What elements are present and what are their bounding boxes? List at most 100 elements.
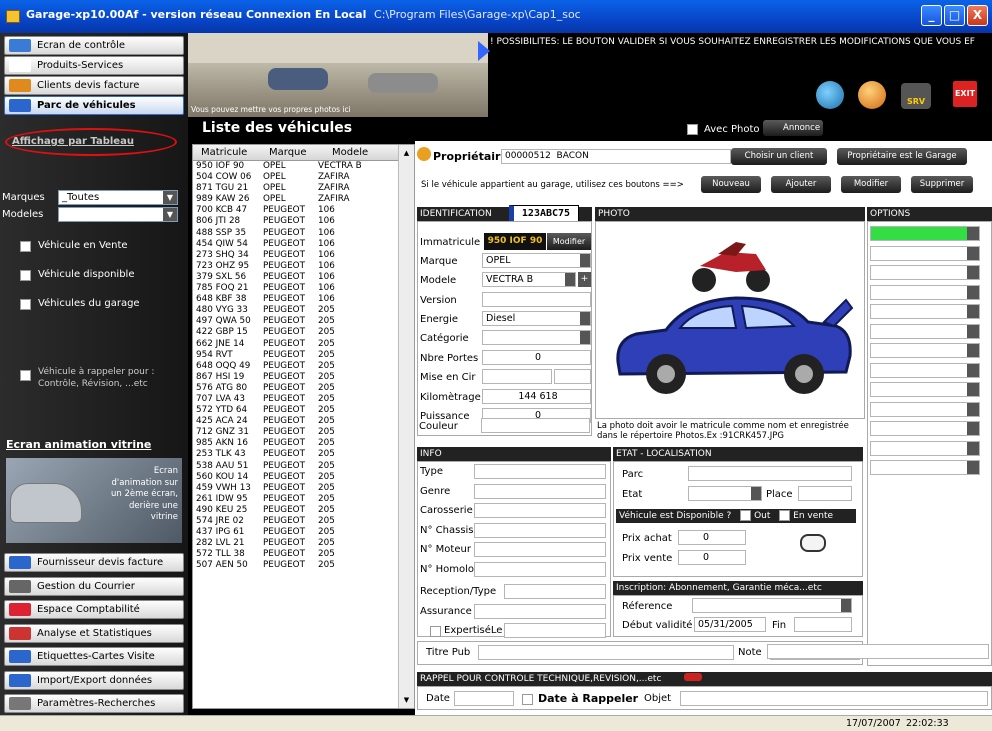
info-field[interactable] <box>474 464 606 479</box>
table-row[interactable]: 560 KOU 14 PEUGEOT 205 <box>193 472 414 483</box>
delete-button[interactable]: Supprimer <box>911 176 973 193</box>
reference-select[interactable] <box>692 598 852 613</box>
new-button[interactable]: Nouveau <box>701 176 761 193</box>
portes-field[interactable]: 0 <box>482 350 591 365</box>
table-row[interactable]: 490 KEU 25 PEUGEOT 205 <box>193 505 414 516</box>
chevron-down-icon[interactable] <box>967 305 979 318</box>
couleur-field[interactable] <box>481 418 590 433</box>
option-select[interactable] <box>870 245 980 261</box>
chevron-down-icon[interactable] <box>967 324 979 338</box>
col-matricule[interactable]: Matricule <box>193 147 263 158</box>
option-select[interactable] <box>870 460 980 475</box>
animation-link[interactable]: Ecran animation vitrine <box>6 438 151 451</box>
table-row[interactable]: 576 ATG 80 PEUGEOT 205 <box>193 383 414 394</box>
place-field[interactable] <box>798 486 852 501</box>
table-row[interactable]: 253 TLK 43 PEUGEOT 205 <box>193 449 414 460</box>
modeles-select[interactable]: ▼ <box>58 207 178 222</box>
modele-select[interactable]: VECTRA B <box>482 272 576 287</box>
chevron-down-icon[interactable] <box>967 441 979 455</box>
info-field[interactable] <box>474 542 606 557</box>
rappel-checkbox[interactable] <box>20 370 31 381</box>
chevron-down-icon[interactable] <box>967 227 979 240</box>
annonce-button[interactable]: Annonce <box>763 120 823 136</box>
nav-bottom-1[interactable]: Gestion du Courrier <box>4 576 184 596</box>
nav-bottom-2[interactable]: Espace Comptabilité <box>4 600 184 619</box>
table-row[interactable]: 785 FOQ 21 PEUGEOT 106 <box>193 283 414 294</box>
modifier-plate-button[interactable]: Modifier <box>547 233 591 250</box>
table-row[interactable]: 700 KCB 47 PEUGEOT 106 <box>193 205 414 216</box>
nav-bottom-0[interactable]: Fournisseur devis facture <box>4 553 184 572</box>
chevron-down-icon[interactable] <box>967 266 979 279</box>
chevron-down-icon[interactable] <box>967 461 979 474</box>
table-row[interactable]: 572 YTD 64 PEUGEOT 205 <box>193 405 414 416</box>
marques-select[interactable]: _Toutes ▼ <box>58 190 178 205</box>
table-row[interactable]: 497 QWA 50 PEUGEOT 205 <box>193 316 414 327</box>
table-row[interactable]: 806 JTI 28 PEUGEOT 106 <box>193 216 414 227</box>
info-field[interactable] <box>474 483 606 499</box>
option-select[interactable] <box>870 421 980 436</box>
version-field[interactable] <box>482 292 591 307</box>
table-row[interactable]: 422 GBP 15 PEUGEOT 205 <box>193 327 414 338</box>
table-row[interactable]: 273 SHQ 34 PEUGEOT 106 <box>193 250 414 261</box>
table-row[interactable]: 648 OQQ 49 PEUGEOT 205 <box>193 361 414 372</box>
marque-select[interactable]: OPEL <box>482 253 591 268</box>
mise-circulation-extra[interactable] <box>554 369 591 384</box>
table-row[interactable]: 459 VWH 13 PEUGEOT 205 <box>193 483 414 494</box>
info-field[interactable] <box>474 561 606 577</box>
option-select[interactable] <box>870 226 980 241</box>
col-marque[interactable]: Marque <box>263 147 318 158</box>
en-vente-checkbox[interactable] <box>779 510 791 521</box>
km-field[interactable]: 144 618 <box>482 389 591 404</box>
option-select[interactable] <box>870 382 980 397</box>
minimize-button[interactable]: _ <box>921 5 942 26</box>
table-row[interactable]: 950 IOF 90 OPEL VECTRA B <box>193 161 414 172</box>
immatricule-value[interactable]: 950 IOF 90 <box>484 233 546 250</box>
nav-bottom-5[interactable]: Import/Export données <box>4 670 184 690</box>
table-row[interactable]: 454 QIW 54 PEUGEOT 106 <box>193 239 414 250</box>
note-field-wide[interactable] <box>767 644 989 659</box>
col-modele[interactable]: Modele <box>318 147 370 158</box>
vente-checkbox[interactable] <box>20 241 31 252</box>
chevron-down-icon[interactable] <box>751 487 761 500</box>
scroll-down-icon[interactable]: ▼ <box>399 692 414 708</box>
chevron-down-icon[interactable] <box>967 344 979 357</box>
mise-circulation-field[interactable] <box>482 369 552 384</box>
chevron-down-icon[interactable] <box>841 599 851 612</box>
table-row[interactable]: 954 RVT PEUGEOT 205 <box>193 350 414 361</box>
keyboard-icon[interactable] <box>800 534 826 552</box>
table-row[interactable]: 379 SXL 56 PEUGEOT 106 <box>193 272 414 283</box>
nav-top-3[interactable]: Parc de véhicules <box>4 96 184 115</box>
option-select[interactable] <box>870 304 980 319</box>
avec-photo-checkbox[interactable] <box>687 124 698 135</box>
date-rappeler-checkbox[interactable] <box>522 694 533 705</box>
objet-field[interactable] <box>680 691 988 706</box>
nav-top-1[interactable]: Produits-Services <box>4 56 184 75</box>
etat-select[interactable] <box>688 486 762 501</box>
nav-top-0[interactable]: Ecran de contrôle <box>4 36 184 55</box>
out-checkbox[interactable] <box>740 510 752 521</box>
globe-icon[interactable] <box>816 81 844 109</box>
animation-preview[interactable]: Ecran d'animation sur un 2ème écran, der… <box>6 458 182 543</box>
prix-achat-field[interactable]: 0 <box>678 530 746 545</box>
titre-pub-field[interactable] <box>478 645 734 660</box>
table-row[interactable]: 480 VYG 33 PEUGEOT 205 <box>193 305 414 316</box>
nav-top-2[interactable]: Clients devis facture <box>4 76 184 95</box>
owner-field[interactable]: 00000512 BACON <box>501 149 731 164</box>
chevron-down-icon[interactable] <box>967 402 979 416</box>
assurance-field[interactable] <box>474 604 606 619</box>
table-row[interactable]: 507 AEN 50 PEUGEOT 205 <box>193 560 414 571</box>
chevron-down-icon[interactable] <box>580 331 590 344</box>
list-scrollbar[interactable]: ▲ ▼ <box>398 145 414 708</box>
table-row[interactable]: 282 LVL 21 PEUGEOT 205 <box>193 538 414 549</box>
option-select[interactable] <box>870 284 980 300</box>
help-user-icon[interactable] <box>858 81 886 109</box>
table-row[interactable]: 867 HSI 19 PEUGEOT 205 <box>193 372 414 383</box>
date-field[interactable] <box>454 691 514 706</box>
table-row[interactable]: 488 SSP 35 PEUGEOT 106 <box>193 228 414 239</box>
prix-vente-field[interactable]: 0 <box>678 550 746 565</box>
option-select[interactable] <box>870 343 980 358</box>
table-row[interactable]: 538 AAU 51 PEUGEOT 205 <box>193 461 414 472</box>
scroll-up-icon[interactable]: ▲ <box>399 145 414 161</box>
chevron-down-icon[interactable]: ▼ <box>163 208 177 221</box>
reception-field[interactable] <box>504 584 606 599</box>
